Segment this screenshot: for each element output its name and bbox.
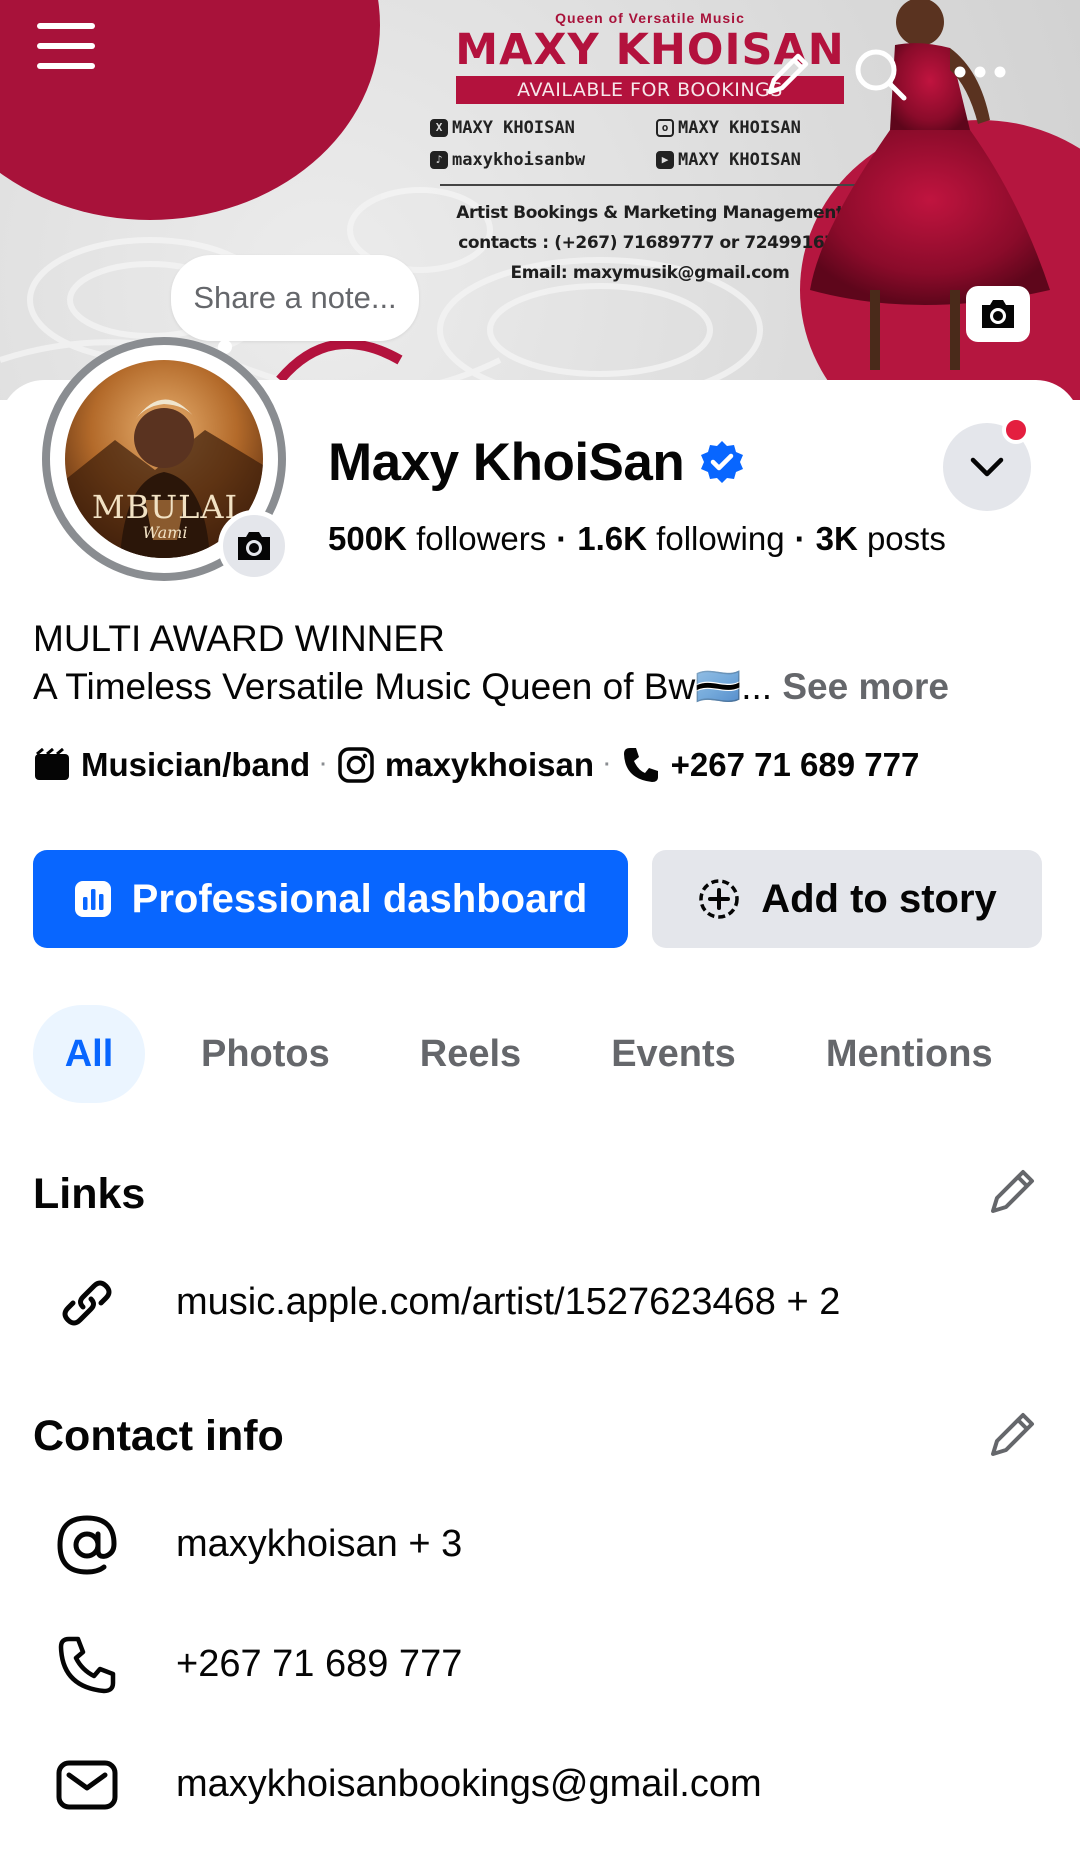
- cover-social-label: MAXY KHOISAN: [678, 150, 801, 170]
- tab-events[interactable]: Events: [611, 1005, 736, 1103]
- add-story-icon: [699, 879, 739, 919]
- followers-label: followers: [416, 520, 547, 557]
- cover-social-label: maxykhoisanbw: [452, 150, 586, 170]
- cover-social-x: X MAXY KHOISAN: [430, 118, 644, 138]
- artist-figure: [810, 0, 1050, 370]
- camera-icon: [982, 300, 1014, 328]
- add-to-story-button[interactable]: Add to story: [652, 850, 1042, 948]
- clapperboard-icon: [35, 748, 69, 780]
- menu-icon[interactable]: [36, 16, 96, 76]
- tab-mentions[interactable]: Mentions: [826, 1005, 993, 1103]
- at-sign-icon: [52, 1510, 122, 1580]
- share-note-placeholder: Share a note...: [193, 280, 397, 315]
- notification-dot: [1002, 416, 1030, 444]
- dashboard-chart-icon: [74, 881, 111, 917]
- link-url: music.apple.com/artist/1527623468 + 2: [176, 1281, 841, 1323]
- chevron-down-icon: [970, 457, 1004, 477]
- instagram-icon: [338, 747, 374, 783]
- meta-separator: ·: [603, 753, 611, 776]
- share-note-bubble[interactable]: Share a note...: [171, 255, 419, 341]
- instagram-item[interactable]: maxykhoisan: [337, 746, 594, 784]
- stat-separator: ·: [556, 520, 568, 557]
- following-label: following: [656, 520, 785, 557]
- cover-social-tiktok: ♪ maxykhoisanbw: [430, 150, 644, 170]
- more-options-icon[interactable]: [950, 52, 1010, 92]
- links-section-title: Links: [33, 1170, 146, 1218]
- professional-dashboard-label: Professional dashboard: [131, 876, 588, 921]
- phone-icon: [623, 748, 658, 782]
- link-icon: [52, 1268, 122, 1338]
- instagram-logo-icon: o: [656, 119, 674, 137]
- tiktok-logo-icon: ♪: [430, 151, 448, 169]
- contact-phone-row[interactable]: +267 71 689 777: [52, 1630, 1052, 1700]
- bio-line: A Timeless Versatile Music Queen of Bw🇧🇼…: [33, 666, 773, 707]
- cover-social-label: MAXY KHOISAN: [452, 118, 575, 138]
- edit-pencil-icon[interactable]: [760, 48, 814, 102]
- profile-details-row: Musician/band · maxykhoisan · +267 71 68…: [33, 745, 919, 785]
- cover-social-label: MAXY KHOISAN: [678, 118, 801, 138]
- followers-stat[interactable]: 500K followers: [328, 520, 546, 557]
- phone-item[interactable]: +267 71 689 777: [621, 745, 920, 785]
- verified-badge-icon: [701, 440, 744, 483]
- contact-email-row[interactable]: maxykhoisanbookings@gmail.com: [52, 1750, 1052, 1820]
- profile-name: Maxy KhoiSan: [328, 433, 685, 492]
- following-stat[interactable]: 1.6K following: [577, 520, 784, 557]
- phone-outline-icon: [52, 1630, 122, 1700]
- contact-info-section-title: Contact info: [33, 1412, 284, 1460]
- profile-tabs: All Photos Reels Events Mentions: [33, 1005, 993, 1103]
- meta-separator: ·: [320, 753, 327, 776]
- x-logo-icon: X: [430, 119, 448, 137]
- following-count: 1.6K: [577, 520, 647, 557]
- cover-divider: [440, 184, 860, 186]
- category-item[interactable]: Musician/band: [33, 746, 310, 784]
- followers-count: 500K: [328, 520, 407, 557]
- stat-separator: ·: [794, 520, 806, 557]
- see-more-link[interactable]: See more: [782, 666, 949, 707]
- search-icon[interactable]: [852, 46, 908, 102]
- instagram-handle: maxykhoisan: [384, 746, 594, 783]
- youtube-logo-icon: ▶: [656, 151, 674, 169]
- add-to-story-label: Add to story: [761, 876, 997, 921]
- posts-label: posts: [866, 520, 946, 557]
- camera-icon: [238, 532, 270, 560]
- phone-number: +267 71 689 777: [670, 746, 920, 783]
- edit-profile-picture-button[interactable]: [218, 510, 290, 582]
- category-label: Musician/band: [81, 746, 311, 783]
- tab-reels[interactable]: Reels: [420, 1005, 521, 1103]
- professional-dashboard-button[interactable]: Professional dashboard: [33, 850, 628, 948]
- posts-count: 3K: [815, 520, 858, 557]
- envelope-icon: [52, 1750, 122, 1820]
- profile-name-row: Maxy KhoiSan: [328, 432, 746, 493]
- contact-email: maxykhoisanbookings@gmail.com: [176, 1763, 762, 1805]
- edit-cover-photo-button[interactable]: [966, 286, 1030, 342]
- link-row[interactable]: music.apple.com/artist/1527623468 + 2: [52, 1268, 1052, 1338]
- contact-username: maxykhoisan + 3: [176, 1523, 463, 1565]
- profile-bio: MULTI AWARD WINNER A Timeless Versatile …: [33, 615, 949, 711]
- edit-contact-info-icon[interactable]: [985, 1408, 1039, 1462]
- bio-line: MULTI AWARD WINNER: [33, 618, 445, 659]
- edit-links-icon[interactable]: [985, 1165, 1039, 1219]
- profile-stats: 500K followers · 1.6K following · 3K posts: [328, 520, 946, 558]
- contact-username-row[interactable]: maxykhoisan + 3: [52, 1510, 1052, 1580]
- contact-phone: +267 71 689 777: [176, 1643, 463, 1685]
- posts-stat[interactable]: 3K posts: [816, 520, 946, 557]
- tab-photos[interactable]: Photos: [201, 1005, 330, 1103]
- tab-all[interactable]: All: [33, 1005, 145, 1103]
